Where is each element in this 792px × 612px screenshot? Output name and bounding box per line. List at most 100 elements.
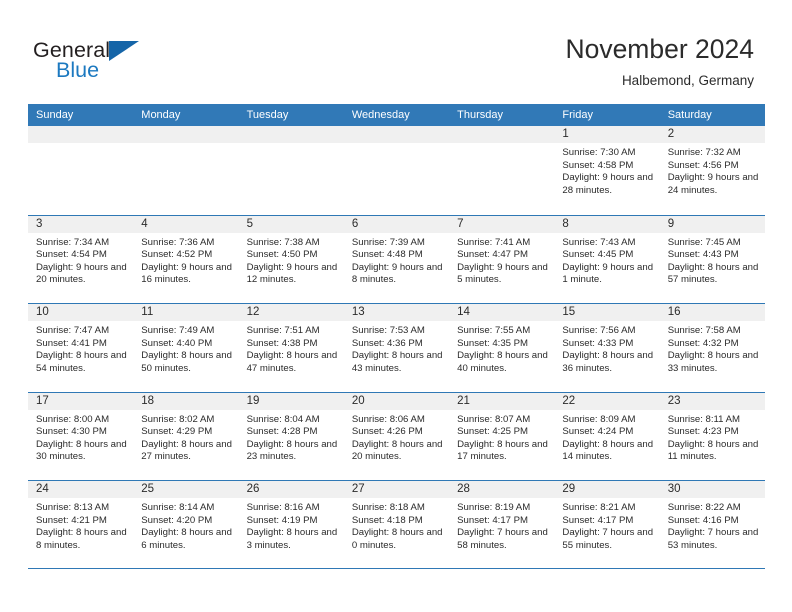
general-blue-logo[interactable]: General Blue [33, 38, 163, 86]
day-cell[interactable]: 12 Sunrise: 7:51 AM Sunset: 4:38 PM Dayligh… [238, 304, 344, 392]
calendar-week-row: 17 Sunrise: 8:00 AM Sunset: 4:30 PM Dayligh… [28, 391, 765, 480]
day-cell[interactable]: 3 Sunrise: 7:34 AM Sunset: 4:54 PM Daylight… [28, 215, 134, 303]
sunrise-text: Sunrise: 7:55 AM [457, 325, 531, 336]
day-cell[interactable]: 8 Sunrise: 7:43 AM Sunset: 4:45 PM Daylight… [554, 215, 660, 303]
sunset-text: Sunset: 4:16 PM [667, 514, 739, 526]
daylight-text: Daylight: 9 hours and 1 minute. [562, 261, 654, 286]
sunset-text: Sunset: 4:47 PM [457, 249, 529, 261]
sunset-text: Sunset: 4:40 PM [141, 337, 213, 349]
day-cell[interactable]: 11 Sunrise: 7:49 AM Sunset: 4:40 PM Dayligh… [133, 304, 239, 392]
day-cell[interactable]: 5 Sunrise: 7:38 AM Sunset: 4:50 PM Daylight… [238, 215, 344, 303]
sunset-text: Sunset: 4:25 PM [457, 426, 529, 438]
daylight-text: Daylight: 8 hours and 54 minutes. [36, 350, 127, 374]
sunrise-text: Sunrise: 8:19 AM [457, 502, 531, 513]
logo-text-blue: Blue [56, 58, 100, 82]
day-details: Sunrise: 8:00 AM Sunset: 4:30 PM Daylight:… [28, 410, 133, 464]
day-cell[interactable]: 2 Sunrise: 7:32 AM Sunset: 4:56 PM Daylight… [659, 126, 765, 215]
day-cell[interactable]: 6 Sunrise: 7:39 AM Sunset: 4:48 PM Daylight… [343, 215, 450, 303]
sunrise-text: Sunrise: 8:06 AM [351, 413, 425, 425]
day-cell[interactable]: 4 Sunrise: 7:36 AM Sunset: 4:52 PM Daylight… [133, 215, 239, 303]
day-details: Sunrise: 7:58 AM Sunset: 4:32 PM Daylight:… [660, 321, 765, 375]
day-cell[interactable]: 18 Sunrise: 8:02 AM Sunset: 4:29 PM Dayligh… [133, 392, 239, 480]
day-number: 22 [554, 392, 660, 410]
day-cell-empty [28, 126, 134, 215]
sunset-text: Sunset: 4:30 PM [36, 426, 107, 438]
daylight-text: Daylight: 8 hours and 33 minutes. [667, 350, 759, 374]
sunrise-text: Sunrise: 8:13 AM [36, 502, 110, 513]
day-number: 6 [343, 215, 450, 233]
sunrise-text: Sunrise: 7:58 AM [667, 325, 741, 336]
day-details: Sunrise: 8:06 AM Sunset: 4:26 PM Daylight:… [344, 410, 449, 464]
day-cell-empty [343, 126, 450, 215]
daylight-text: Daylight: 7 hours and 55 minutes. [562, 527, 654, 551]
daylight-text: Daylight: 9 hours and 20 minutes. [36, 261, 127, 286]
day-cell[interactable]: 22 Sunrise: 8:09 AM Sunset: 4:24 PM Dayligh… [554, 392, 660, 480]
sunset-text: Sunset: 4:24 PM [562, 426, 634, 438]
day-details: Sunrise: 7:55 AM Sunset: 4:35 PM Daylight:… [449, 321, 554, 375]
day-cell[interactable]: 29 Sunrise: 8:21 AM Sunset: 4:17 PM Dayligh… [554, 481, 660, 568]
calendar-week-row: 3 Sunrise: 7:34 AM Sunset: 4:54 PM Daylight… [28, 214, 765, 303]
day-cell[interactable]: 20 Sunrise: 8:06 AM Sunset: 4:26 PM Dayligh… [343, 392, 450, 480]
day-details: Sunrise: 7:39 AM Sunset: 4:48 PM Daylight:… [344, 233, 449, 287]
day-details: Sunrise: 8:14 AM Sunset: 4:20 PM Daylight:… [133, 498, 238, 552]
day-cell[interactable]: 7 Sunrise: 7:41 AM Sunset: 4:47 PM Daylight… [449, 215, 555, 303]
daylight-text: Daylight: 8 hours and 27 minutes. [141, 438, 232, 463]
sunrise-text: Sunrise: 8:00 AM [36, 413, 110, 425]
day-details: Sunrise: 7:51 AM Sunset: 4:38 PM Daylight:… [239, 321, 344, 375]
page-title: November 2024 [565, 34, 754, 64]
day-details: Sunrise: 8:18 AM Sunset: 4:18 PM Daylight:… [344, 498, 449, 552]
day-cell[interactable]: 16 Sunrise: 7:58 AM Sunset: 4:32 PM Dayligh… [659, 304, 765, 392]
day-details: Sunrise: 7:49 AM Sunset: 4:40 PM Daylight:… [133, 321, 238, 375]
day-cell[interactable]: 13 Sunrise: 7:53 AM Sunset: 4:36 PM Dayligh… [343, 304, 450, 392]
sunset-text: Sunset: 4:18 PM [351, 514, 423, 526]
daylight-text: Daylight: 8 hours and 30 minutes. [36, 438, 127, 463]
day-number: 4 [133, 215, 239, 233]
day-number [28, 126, 134, 143]
day-details: Sunrise: 8:16 AM Sunset: 4:19 PM Daylight:… [239, 498, 344, 552]
daylight-text: Daylight: 9 hours and 28 minutes. [562, 172, 654, 196]
day-details: Sunrise: 7:34 AM Sunset: 4:54 PM Daylight:… [28, 233, 133, 287]
day-cell[interactable]: 25 Sunrise: 8:14 AM Sunset: 4:20 PM Dayligh… [133, 481, 239, 568]
day-number: 24 [28, 481, 134, 498]
weekday-header-friday: Friday [562, 109, 593, 121]
sunrise-text: Sunrise: 7:51 AM [246, 325, 320, 336]
day-cell[interactable]: 23 Sunrise: 8:11 AM Sunset: 4:23 PM Dayligh… [659, 392, 765, 480]
daylight-text: Daylight: 8 hours and 11 minutes. [667, 438, 759, 463]
day-cell[interactable]: 1 Sunrise: 7:30 AM Sunset: 4:58 PM Daylight… [554, 126, 660, 215]
sunrise-text: Sunrise: 7:47 AM [36, 325, 110, 336]
day-details: Sunrise: 7:56 AM Sunset: 4:33 PM Daylight:… [554, 321, 659, 375]
sunrise-text: Sunrise: 7:36 AM [141, 236, 215, 248]
calendar-week-row: 24 Sunrise: 8:13 AM Sunset: 4:21 PM Dayligh… [28, 480, 765, 569]
daylight-text: Daylight: 7 hours and 53 minutes. [667, 527, 759, 551]
sunset-text: Sunset: 4:17 PM [457, 514, 529, 526]
day-cell[interactable]: 24 Sunrise: 8:13 AM Sunset: 4:21 PM Dayligh… [28, 481, 134, 568]
day-cell[interactable]: 15 Sunrise: 7:56 AM Sunset: 4:33 PM Dayligh… [554, 304, 660, 392]
sunrise-text: Sunrise: 8:07 AM [457, 413, 531, 425]
day-details: Sunrise: 8:11 AM Sunset: 4:23 PM Daylight:… [660, 410, 765, 464]
day-details: Sunrise: 7:38 AM Sunset: 4:50 PM Daylight:… [239, 233, 344, 287]
daylight-text: Daylight: 8 hours and 43 minutes. [351, 350, 443, 374]
weekday-header-saturday: Saturday [667, 109, 712, 121]
day-cell[interactable]: 27 Sunrise: 8:18 AM Sunset: 4:18 PM Dayligh… [343, 481, 450, 568]
day-number: 30 [659, 481, 765, 498]
day-number: 28 [449, 481, 555, 498]
day-cell[interactable]: 26 Sunrise: 8:16 AM Sunset: 4:19 PM Dayligh… [238, 481, 344, 568]
daylight-text: Daylight: 8 hours and 0 minutes. [351, 527, 443, 551]
day-details: Sunrise: 8:02 AM Sunset: 4:29 PM Daylight:… [133, 410, 238, 464]
sunset-text: Sunset: 4:21 PM [36, 514, 107, 526]
day-number: 9 [659, 215, 765, 233]
day-cell[interactable]: 19 Sunrise: 8:04 AM Sunset: 4:28 PM Dayligh… [238, 392, 344, 480]
weekday-header-row: Sunday Monday Tuesday Wednesday Thursday… [28, 104, 765, 126]
logo-triangle-icon [109, 41, 139, 61]
day-cell[interactable]: 14 Sunrise: 7:55 AM Sunset: 4:35 PM Dayligh… [449, 304, 555, 392]
day-cell[interactable]: 28 Sunrise: 8:19 AM Sunset: 4:17 PM Dayligh… [449, 481, 555, 568]
day-cell[interactable]: 10 Sunrise: 7:47 AM Sunset: 4:41 PM Dayligh… [28, 304, 134, 392]
day-cell[interactable]: 30 Sunrise: 8:22 AM Sunset: 4:16 PM Dayligh… [659, 481, 765, 568]
day-number: 17 [28, 392, 134, 410]
day-details: Sunrise: 8:07 AM Sunset: 4:25 PM Daylight:… [449, 410, 554, 464]
day-cell[interactable]: 17 Sunrise: 8:00 AM Sunset: 4:30 PM Dayligh… [28, 392, 134, 480]
day-cell[interactable]: 21 Sunrise: 8:07 AM Sunset: 4:25 PM Dayligh… [449, 392, 555, 480]
day-cell[interactable]: 9 Sunrise: 7:45 AM Sunset: 4:43 PM Daylight… [659, 215, 765, 303]
day-details: Sunrise: 7:30 AM Sunset: 4:58 PM Daylight:… [554, 143, 659, 197]
sunrise-text: Sunrise: 8:14 AM [141, 502, 215, 513]
